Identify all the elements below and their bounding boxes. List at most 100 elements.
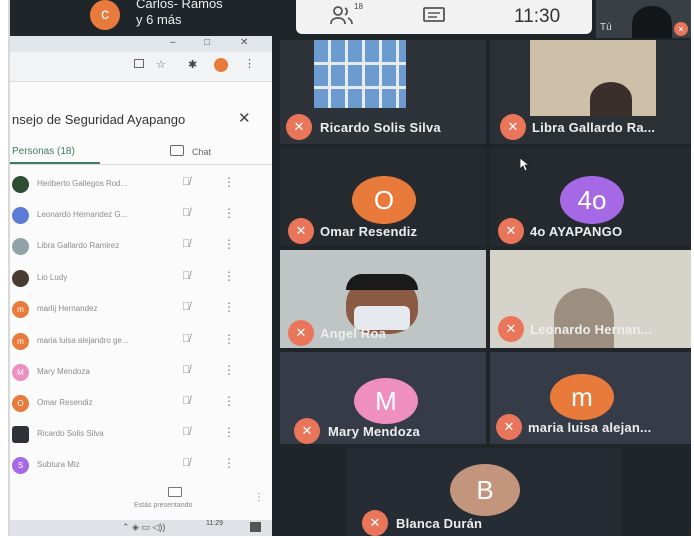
avatar: B (450, 464, 520, 516)
tile-name: maria luisa alejan... (528, 420, 652, 435)
more-options-icon[interactable]: ⋮ (223, 456, 235, 470)
mic-off-icon: 🎙̸ (182, 395, 191, 407)
tile-maria[interactable]: m ✕ maria luisa alejan... (490, 352, 691, 444)
presenting-label: Estás presentando (134, 502, 193, 509)
mic-off-icon: ✕ (496, 414, 522, 440)
minimize-button[interactable]: – (170, 37, 176, 48)
avatar (12, 270, 29, 287)
browser-toolbar: ☆ ✱ ⋮ (10, 52, 272, 82)
tile-name: Omar Resendiz (320, 224, 418, 239)
participant-name: Lio Ludy (37, 273, 68, 282)
more-options-icon[interactable]: ⋮ (223, 363, 235, 377)
participant-row[interactable]: m maria luisa alejandro ge... 🎙̸ ⋮ (10, 327, 282, 357)
avatar: M (12, 364, 29, 381)
present-icon[interactable] (168, 487, 182, 497)
self-mic-off-icon[interactable]: ✕ (674, 22, 688, 36)
chat-icon[interactable] (422, 6, 446, 26)
tile-omar[interactable]: O ✕ Omar Resendiz (280, 148, 486, 246)
chat-tab-icon[interactable] (170, 145, 184, 156)
tray-icons: ⌃ ◈ ▭ ◁)) (122, 522, 166, 532)
participant-row[interactable]: Heriberto Gallegos Rod... 🎙̸ ⋮ (10, 170, 282, 200)
more-options-icon[interactable]: ⋮ (223, 394, 235, 408)
close-window-button[interactable]: ✕ (240, 37, 248, 48)
building-image (314, 40, 406, 108)
tile-name: Blanca Durán (396, 516, 483, 531)
participant-name: Subtura Miz (37, 460, 80, 469)
mic-off-icon: ✕ (288, 320, 314, 346)
people-icon[interactable] (330, 5, 354, 27)
mic-off-icon: ✕ (500, 114, 526, 140)
mic-off-icon: ✕ (294, 418, 320, 444)
more-options-icon[interactable]: ⋮ (223, 332, 235, 346)
mic-off-icon: 🎙̸ (182, 364, 191, 376)
cast-icon[interactable] (134, 59, 144, 68)
avatar: m (12, 301, 29, 318)
avatar: O (12, 395, 29, 412)
mic-off-icon: 🎙̸ (182, 176, 191, 188)
more-options-icon[interactable]: ⋮ (223, 269, 235, 283)
participant-row[interactable]: Ricardo Solis Silva 🎙̸ ⋮ (10, 420, 282, 450)
participant-name: Libra Gallardo Ramirez (37, 241, 120, 250)
extension-icon[interactable]: ✱ (188, 58, 197, 71)
mouse-cursor (519, 157, 531, 172)
mic-off-icon: 🎙̸ (182, 457, 191, 469)
participant-name: Mary Mendoza (37, 367, 90, 376)
more-options-icon[interactable]: ⋮ (223, 300, 235, 314)
star-icon[interactable]: ☆ (156, 58, 166, 71)
tab-people[interactable]: Personas (18) (12, 146, 75, 157)
self-person-shape (632, 6, 672, 38)
mic-off-icon: ✕ (498, 218, 524, 244)
participant-row[interactable]: S Subtura Miz 🎙̸ ⋮ (10, 451, 282, 481)
mic-off-icon: ✕ (286, 114, 312, 140)
avatar: m (550, 374, 614, 420)
tab-chat[interactable]: Chat (192, 147, 211, 157)
tile-name: Libra Gallardo Ra... (532, 120, 656, 135)
tile-name: Mary Mendoza (328, 424, 420, 439)
tabs-divider (10, 164, 272, 165)
participant-name: Heriberto Gallegos Rod... (37, 179, 128, 188)
participant-row[interactable]: O Omar Resendiz 🎙̸ ⋮ (10, 389, 282, 419)
tile-angel[interactable]: ✕ Angel Roa (280, 250, 486, 348)
participant-row[interactable]: Libra Gallardo Ramirez 🎙̸ ⋮ (10, 232, 282, 262)
more-options-icon[interactable]: ⋮ (223, 237, 235, 251)
more-options-icon[interactable]: ⋮ (223, 425, 235, 439)
mic-off-icon: ✕ (498, 316, 524, 342)
participant-name: marlij Hernandez (37, 304, 98, 313)
taskbar: ⌃ ◈ ▭ ◁)) 11:29 (10, 520, 272, 536)
more-options-icon[interactable]: ⋮ (223, 206, 235, 220)
avatar (12, 176, 29, 193)
person-hair (346, 274, 418, 290)
tile-name: Leonardo Hernan... (530, 322, 653, 337)
tile-mary[interactable]: M ✕ Mary Mendoza (280, 352, 486, 444)
banner-line1: Carlos- Ramos (136, 0, 223, 11)
participant-name: Omar Resendiz (37, 398, 93, 407)
banner-line2: y 6 más (136, 12, 182, 27)
participant-row[interactable]: m marlij Hernandez 🎙̸ ⋮ (10, 295, 282, 325)
more-icon[interactable]: ⋮ (244, 57, 255, 70)
tile-ricardo[interactable]: ✕ Ricardo Solis Silva (280, 40, 486, 144)
mic-off-icon: ✕ (288, 218, 314, 244)
tile-name: Ricardo Solis Silva (320, 120, 441, 135)
tile-blanca[interactable]: B ✕ Blanca Durán (346, 448, 622, 536)
participant-count: 18 (354, 2, 363, 11)
browser-window: – □ ✕ ☆ ✱ ⋮ nsejo de Seguridad Ayapango … (10, 36, 272, 536)
self-label: Tú (600, 22, 612, 33)
close-panel-button[interactable]: ✕ (238, 109, 251, 127)
more-options-icon[interactable]: ⋮ (223, 175, 235, 189)
self-tile: Tú ✕ (596, 0, 691, 38)
participant-row[interactable]: Leonardo Hernandez G... 🎙̸ ⋮ (10, 201, 282, 231)
maximize-button[interactable]: □ (204, 37, 210, 48)
mic-off-icon: 🎙̸ (182, 238, 191, 250)
participant-row[interactable]: Lio Ludy 🎙̸ ⋮ (10, 264, 282, 294)
avatar: m (12, 333, 29, 350)
tile-libra[interactable]: ✕ Libra Gallardo Ra... (490, 40, 691, 144)
participant-row[interactable]: M Mary Mendoza 🎙̸ ⋮ (10, 358, 282, 388)
profile-icon[interactable] (214, 58, 228, 72)
participant-name: Ricardo Solis Silva (37, 429, 104, 438)
notification-icon[interactable] (250, 522, 261, 532)
monitor-photo: c Carlos- Ramos y 6 más 18 11:30 Tú ✕ ✕ … (8, 0, 691, 536)
avatar: M (354, 378, 418, 424)
tile-leonardo[interactable]: ✕ Leonardo Hernan... (490, 250, 691, 348)
participant-name: Leonardo Hernandez G... (37, 210, 128, 219)
presenting-more-icon[interactable]: ⋮ (254, 492, 264, 503)
